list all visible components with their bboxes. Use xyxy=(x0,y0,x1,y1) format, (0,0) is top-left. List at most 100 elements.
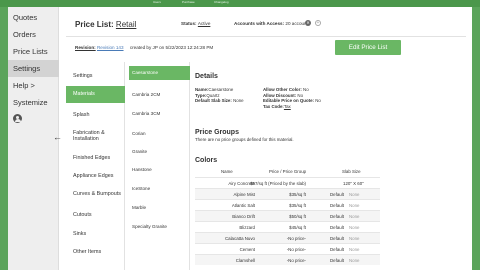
nav-item-price-lists[interactable]: Price Lists xyxy=(8,43,59,60)
table-row[interactable]: Calacatta Nuvo -No price- Default None xyxy=(195,232,380,243)
material-item[interactable]: IceStone xyxy=(129,186,190,191)
material-item[interactable]: Cambria 3CM xyxy=(129,111,190,116)
color-slab: Default xyxy=(330,203,344,208)
material-item[interactable]: Specialty Granite xyxy=(129,224,190,229)
settings-item[interactable]: Cutouts xyxy=(66,212,125,218)
detail-tax-code: Tax Code:Tax xyxy=(263,104,291,110)
allow-discount-label: Allow Discount: xyxy=(263,92,297,98)
material-detail-panel: Details Name:Caesarstone Type:Quartz Def… xyxy=(193,63,472,270)
tax-code-link[interactable]: Tax xyxy=(284,104,291,109)
color-name: Alpine Mist xyxy=(233,192,255,197)
settings-item[interactable]: Installation xyxy=(66,136,125,142)
colors-header-price: Price / Price Group xyxy=(269,169,307,174)
allow-other-label: Allow Other Color: xyxy=(263,87,302,92)
settings-item[interactable]: Curves & Bumpouts xyxy=(66,191,125,197)
color-name: Clamshell xyxy=(235,258,255,263)
color-price: $50/sq ft xyxy=(289,214,306,219)
access-label: Accounts with Access: xyxy=(234,21,285,26)
table-row[interactable]: Bianco Drift $50/sq ft Default None xyxy=(195,210,380,221)
color-price: $45/sq ft xyxy=(289,225,306,230)
settings-item[interactable]: Other Items xyxy=(66,249,125,255)
status-value[interactable]: Active xyxy=(198,21,211,26)
color-price: -No price- xyxy=(286,236,306,241)
settings-menu: Settings Materials Splash Fabrication & … xyxy=(66,62,125,270)
color-slab: Default xyxy=(330,214,344,219)
settings-item[interactable]: Settings xyxy=(66,73,125,79)
nav-item-quotes[interactable]: Quotes xyxy=(8,9,59,26)
editable-price-value: No xyxy=(315,98,321,103)
allow-discount-value: No xyxy=(297,92,304,98)
nav-item-help[interactable]: Help > xyxy=(8,77,59,94)
material-item[interactable]: Hanstone xyxy=(129,167,190,172)
editable-price-label: Editable Price on Quote: xyxy=(263,98,314,103)
revision-row: Revision: Revision 143 created by JP on … xyxy=(75,45,213,50)
colors-heading: Colors xyxy=(195,157,218,164)
color-slab-extra: None xyxy=(349,214,360,219)
colors-header-name: Name xyxy=(221,169,233,174)
detail-slab-label: Default Slab Size: xyxy=(195,98,232,103)
revision-link[interactable]: Revision 143 xyxy=(97,45,124,50)
color-slab: Default xyxy=(330,247,344,252)
collapse-arrow-icon[interactable]: ← xyxy=(53,132,62,142)
colors-header-slab: Slab Size xyxy=(342,169,361,174)
status-field: Status: Active xyxy=(181,21,210,26)
detail-name-label: Name: xyxy=(195,87,209,92)
material-item[interactable]: Cambria 2CM xyxy=(129,92,190,97)
top-strip-link[interactable]: Users xyxy=(153,0,161,4)
settings-item[interactable]: Splash xyxy=(66,112,125,118)
price-list-link[interactable]: Retail xyxy=(116,20,136,29)
color-price: -No price- xyxy=(286,258,306,263)
page-header: Price List: Retail Status: Active Accoun… xyxy=(59,7,472,63)
table-row[interactable]: Blizzard $45/sq ft Default None xyxy=(195,221,380,232)
plus-icon[interactable]: + xyxy=(315,20,321,26)
color-price: $57/sq ft (Priced by the slab) xyxy=(250,181,306,186)
settings-item[interactable]: Sinks xyxy=(66,231,125,237)
color-slab-extra: None xyxy=(349,192,360,197)
detail-slab: Default Slab Size: None xyxy=(195,98,244,104)
settings-item[interactable]: Finished Edges xyxy=(66,155,125,161)
table-row[interactable]: Clamshell -No price- Default None xyxy=(195,254,380,265)
table-row[interactable]: Atlantic Salt $35/sq ft Default None xyxy=(195,199,380,210)
color-name: Calacatta Nuvo xyxy=(224,236,255,241)
color-slab: Default xyxy=(330,236,344,241)
color-slab: Default xyxy=(330,258,344,263)
price-groups-heading: Price Groups xyxy=(195,129,239,136)
status-label: Status: xyxy=(181,21,197,26)
color-price: -No price- xyxy=(286,247,306,252)
color-name: Atlantic Salt xyxy=(231,203,255,208)
top-strip: Users Purchase Changelog xyxy=(0,0,480,7)
table-row[interactable]: Alpine Mist $35/sq ft Default None xyxy=(195,188,380,199)
settings-item-materials[interactable]: Materials xyxy=(66,86,125,103)
nav-item-systemize[interactable]: Systemize xyxy=(8,94,59,111)
table-row[interactable]: Airy Concrete $57/sq ft (Priced by the s… xyxy=(195,177,380,188)
created-by-text: created by JP on 5/22/2023 12:24:28 PM xyxy=(129,45,214,50)
table-row[interactable]: Cement -No price- Default None xyxy=(195,243,380,254)
user-avatar-icon[interactable] xyxy=(13,114,22,123)
close-icon[interactable]: ✕ xyxy=(305,20,311,26)
color-slab: 120" X 60" xyxy=(343,181,364,186)
color-name: Blizzard xyxy=(239,225,255,230)
color-slab-extra: None xyxy=(349,203,360,208)
divider xyxy=(66,36,466,37)
app-window: Quotes Orders Price Lists Settings Help … xyxy=(8,7,472,270)
nav-item-orders[interactable]: Orders xyxy=(8,26,59,43)
tax-code-label: Tax Code: xyxy=(263,103,284,109)
nav-item-settings[interactable]: Settings xyxy=(8,60,59,77)
material-item[interactable]: Granite xyxy=(129,149,190,154)
color-slab: Default xyxy=(330,225,344,230)
allow-other-value: No xyxy=(303,87,309,92)
title-label: Price List: xyxy=(75,20,114,29)
detail-name-value: Caesarstone xyxy=(208,87,234,92)
edit-price-list-button[interactable]: Edit Price List xyxy=(335,40,401,55)
color-slab: Default xyxy=(330,192,344,197)
detail-type-value: Quartz xyxy=(206,92,220,98)
material-item[interactable]: Corian xyxy=(129,131,190,136)
material-item[interactable]: Marble xyxy=(129,205,190,210)
top-strip-link[interactable]: Changelog xyxy=(214,0,229,4)
color-price: $35/sq ft xyxy=(289,192,306,197)
material-item-active[interactable]: Caesarstone xyxy=(129,66,190,80)
settings-item[interactable]: Appliance Edges xyxy=(66,173,125,179)
details-heading: Details xyxy=(195,73,218,80)
top-strip-link[interactable]: Purchase xyxy=(182,0,195,4)
color-slab-extra: None xyxy=(349,225,360,230)
